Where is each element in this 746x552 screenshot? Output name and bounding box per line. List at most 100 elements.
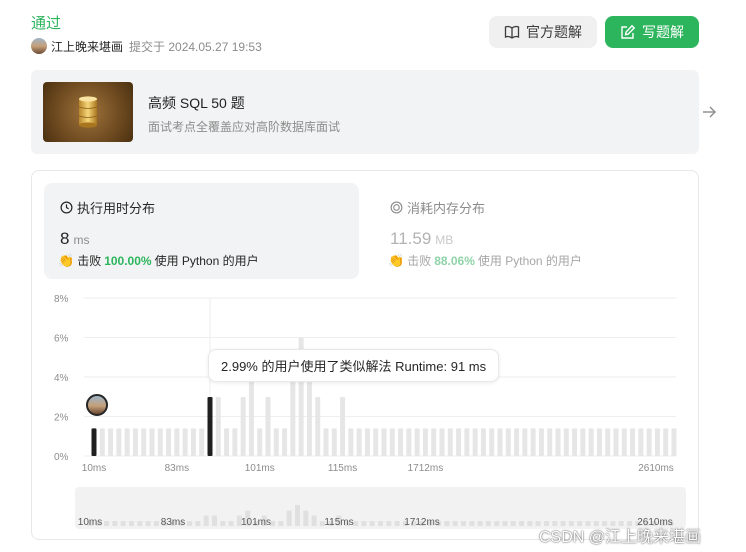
write-solution-button[interactable]: 写题解 <box>605 16 699 48</box>
chart-bar[interactable] <box>555 428 561 456</box>
chart-bar[interactable] <box>199 428 205 456</box>
chart-bar[interactable] <box>99 428 105 456</box>
chart-bar[interactable] <box>340 396 346 456</box>
chart-bar[interactable] <box>588 428 594 456</box>
chart-bar[interactable] <box>572 428 578 456</box>
navigator-bar <box>195 521 201 526</box>
chart-bar[interactable] <box>414 428 420 456</box>
chart-bar[interactable] <box>422 428 428 456</box>
chart-bar[interactable] <box>547 428 553 456</box>
chart-bar[interactable] <box>116 428 122 456</box>
chart-bar[interactable] <box>621 428 627 456</box>
chart-bar[interactable] <box>596 428 602 456</box>
chart-bar[interactable] <box>240 396 246 456</box>
my-submission-avatar[interactable] <box>86 394 108 416</box>
user-avatar[interactable] <box>31 38 47 54</box>
study-plan-thumbnail <box>43 82 133 142</box>
chart-bar[interactable] <box>406 428 412 456</box>
clap-icon: 👏 <box>388 252 405 268</box>
chart-bar[interactable] <box>174 428 180 456</box>
chart-bar[interactable] <box>166 428 172 456</box>
navigator-bar <box>477 521 483 526</box>
chart-bar[interactable] <box>124 428 130 456</box>
chart-bar[interactable] <box>282 428 288 456</box>
chart-bar[interactable] <box>671 428 677 456</box>
chart-bar[interactable] <box>530 428 536 456</box>
runtime-card[interactable]: 执行用时分布 8 ms 👏 击败 100.00% 使用 Python 的用户 <box>44 183 359 279</box>
chart-bar[interactable] <box>224 428 230 456</box>
memory-beats-prefix: 击败 <box>407 254 432 268</box>
chart-bar[interactable] <box>273 428 279 456</box>
chart-bar[interactable] <box>456 428 462 456</box>
chart-bar[interactable] <box>431 428 437 456</box>
navigator-bar <box>469 521 475 526</box>
chart-bar[interactable] <box>630 428 636 456</box>
chart-bar[interactable] <box>398 428 404 456</box>
submission-meta: 江上晚来堪画 提交于 2024.05.27 19:53 <box>31 38 262 54</box>
navigator-bar <box>527 521 533 526</box>
chart-bar[interactable] <box>207 396 213 456</box>
chart-bar[interactable] <box>348 428 354 456</box>
chart-bar[interactable] <box>323 428 329 456</box>
chart-bar[interactable] <box>638 428 644 456</box>
chart-bar[interactable] <box>248 369 254 456</box>
chart-bar[interactable] <box>215 396 221 456</box>
chart-bar[interactable] <box>356 428 362 456</box>
chart-bar[interactable] <box>613 428 619 456</box>
chart-bar[interactable] <box>563 428 569 456</box>
chart-bar[interactable] <box>182 428 188 456</box>
chart-bar[interactable] <box>364 428 370 456</box>
navigator-bar <box>519 521 525 526</box>
user-name[interactable]: 江上晚来堪画 <box>51 38 123 55</box>
runtime-distribution-chart[interactable]: 0% 2% 4% 6% 8% 10ms 83ms 101ms 115ms 1712ms 2610ms <box>44 288 689 478</box>
chart-bar[interactable] <box>646 428 652 456</box>
chart-bar[interactable] <box>522 428 528 456</box>
official-solution-button[interactable]: 官方题解 <box>489 16 597 48</box>
runtime-card-title: 执行用时分布 <box>60 198 155 217</box>
chart-bar[interactable] <box>331 428 337 456</box>
chart-bar[interactable] <box>91 428 97 456</box>
official-solution-label: 官方题解 <box>526 24 582 40</box>
chart-bar[interactable] <box>480 428 486 456</box>
chart-bar[interactable] <box>464 428 470 456</box>
navigator-bar <box>120 521 126 526</box>
chart-bar[interactable] <box>514 428 520 456</box>
x-tick-label: 10ms <box>82 463 106 474</box>
chart-bar[interactable] <box>505 428 511 456</box>
chart-bar[interactable] <box>306 369 312 456</box>
chart-bar[interactable] <box>257 428 263 456</box>
chart-bar[interactable] <box>605 428 611 456</box>
navigator-bar <box>278 521 284 526</box>
memory-card-title: 消耗内存分布 <box>390 198 485 217</box>
navigator-bar <box>378 521 383 526</box>
chart-bar[interactable] <box>538 428 544 456</box>
chart-bar[interactable] <box>157 428 163 456</box>
study-plan-card[interactable]: 高频 SQL 50 题 面试考点全覆盖应对高阶数据库面试 <box>31 70 716 154</box>
chart-bar[interactable] <box>472 428 478 456</box>
chart-bar[interactable] <box>108 428 114 456</box>
chart-bar[interactable] <box>265 396 271 456</box>
chart-bar[interactable] <box>373 428 379 456</box>
chart-bar[interactable] <box>439 428 445 456</box>
chart-bar[interactable] <box>232 428 238 456</box>
chart-bar[interactable] <box>580 428 586 456</box>
chart-bar[interactable] <box>132 428 138 456</box>
chart-bar[interactable] <box>381 428 387 456</box>
navigator-bar <box>203 515 209 526</box>
chart-bar[interactable] <box>497 428 503 456</box>
chart-bar[interactable] <box>654 428 660 456</box>
chart-bar[interactable] <box>315 396 321 456</box>
memory-card[interactable]: 消耗内存分布 11.59 MB 👏 击败 88.06% 使用 Python 的用… <box>374 183 689 279</box>
navigator-bar <box>361 521 367 526</box>
chart-bar[interactable] <box>663 428 669 456</box>
chart-bar[interactable] <box>489 428 495 456</box>
chart-bar[interactable] <box>447 428 453 456</box>
chart-bar[interactable] <box>141 428 147 456</box>
chart-bar[interactable] <box>190 428 196 456</box>
chart-bar[interactable] <box>389 428 395 456</box>
memory-beats: 👏 击败 88.06% 使用 Python 的用户 <box>388 252 582 269</box>
chart-bar[interactable] <box>290 369 296 456</box>
chart-bar[interactable] <box>149 428 155 456</box>
navigator-bar <box>129 521 134 526</box>
x-tick-label: 2610ms <box>638 463 674 474</box>
